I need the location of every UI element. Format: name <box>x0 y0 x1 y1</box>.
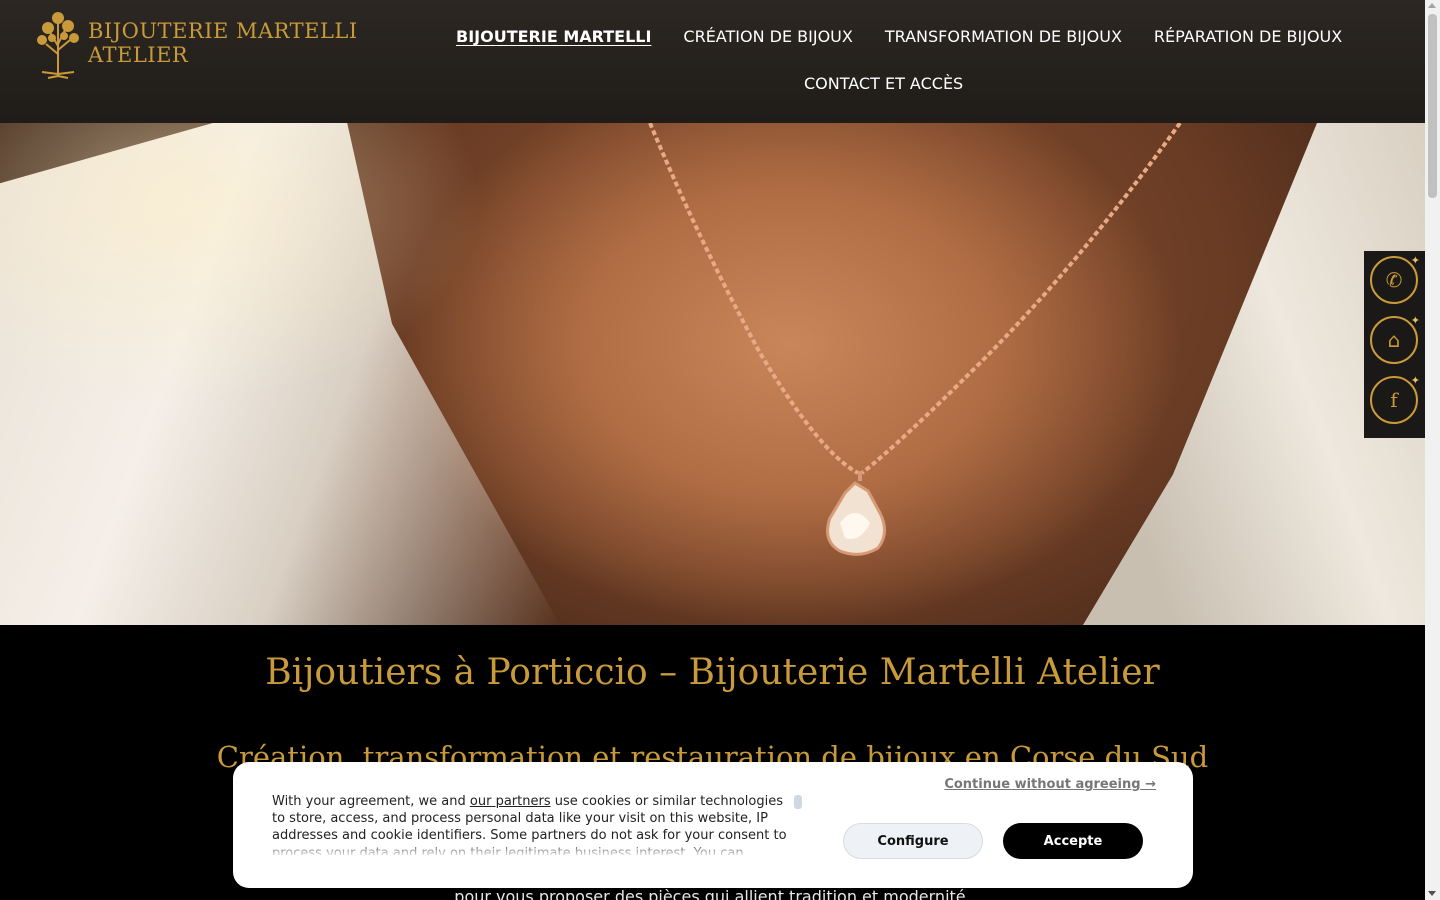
logo-line-1: BIJOUTERIE MARTELLI <box>88 19 358 43</box>
accept-button[interactable]: Accepte <box>1003 823 1143 859</box>
scroll-down-arrow-icon[interactable] <box>1428 891 1436 896</box>
facebook-icon: f <box>1390 388 1398 412</box>
nav-item-creation-de-bijoux[interactable]: CRÉATION DE BIJOUX <box>667 27 868 46</box>
facebook-button[interactable]: f ✦ <box>1370 374 1420 424</box>
cookie-text-start: With your agreement, we and <box>272 794 470 809</box>
side-contact-bar: ✆ ✦ ⌂ ✦ f ✦ <box>1364 251 1425 438</box>
site-header: BIJOUTERIE MARTELLI ATELIER BIJOUTERIE M… <box>0 0 1425 123</box>
nav-row-2: CONTACT ET ACCÈS <box>788 74 979 93</box>
logo-text: BIJOUTERIE MARTELLI ATELIER <box>88 19 358 67</box>
nav-row-1: BIJOUTERIE MARTELLI CRÉATION DE BIJOUX T… <box>440 27 1358 46</box>
nav-item-transformation-de-bijoux[interactable]: TRANSFORMATION DE BIJOUX <box>869 27 1138 46</box>
configure-button[interactable]: Configure <box>843 823 983 859</box>
cookie-text-scrollbar[interactable] <box>794 795 802 809</box>
logo-line-2: ATELIER <box>88 43 189 67</box>
logo[interactable]: BIJOUTERIE MARTELLI ATELIER <box>32 6 358 80</box>
nav-item-bijouterie-martelli[interactable]: BIJOUTERIE MARTELLI <box>440 27 667 46</box>
nav-item-reparation-de-bijoux[interactable]: RÉPARATION DE BIJOUX <box>1138 27 1358 46</box>
store-button[interactable]: ⌂ ✦ <box>1370 314 1420 364</box>
page-title: Bijoutiers à Porticcio – Bijouterie Mart… <box>265 652 1160 693</box>
cookie-consent-dialog: Continue without agreeing → With your ag… <box>233 762 1193 888</box>
our-partners-link[interactable]: our partners <box>470 794 551 809</box>
cookie-text-fade <box>272 840 792 858</box>
phone-button[interactable]: ✆ ✦ <box>1370 254 1420 304</box>
tree-logo-icon <box>37 12 79 79</box>
scroll-thumb[interactable] <box>1428 14 1437 198</box>
nav-item-contact-et-acces[interactable]: CONTACT ET ACCÈS <box>788 74 979 93</box>
sparkle-icon: ✦ <box>1410 374 1420 387</box>
page-scrollbar[interactable] <box>1425 0 1440 900</box>
hero-image <box>0 123 1425 625</box>
necklace-pendant-image <box>648 123 1182 556</box>
store-icon: ⌂ <box>1387 328 1401 352</box>
continue-without-agreeing-link[interactable]: Continue without agreeing → <box>944 777 1156 792</box>
intro-text: pour vous proposer des pièces qui allien… <box>454 887 971 900</box>
scroll-up-arrow-icon[interactable] <box>1428 3 1436 8</box>
sparkle-icon: ✦ <box>1410 254 1420 267</box>
sparkle-icon: ✦ <box>1410 314 1420 327</box>
phone-icon: ✆ <box>1385 268 1403 292</box>
